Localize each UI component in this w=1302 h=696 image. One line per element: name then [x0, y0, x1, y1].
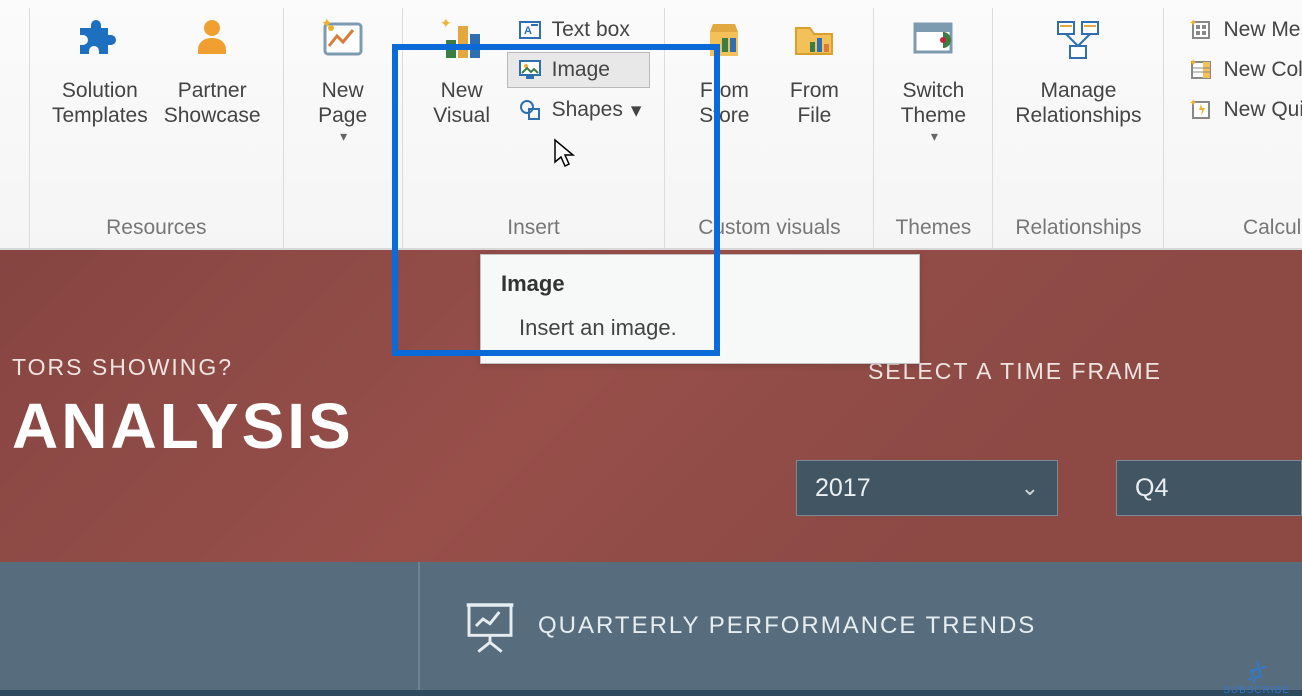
image-icon [516, 56, 544, 84]
svg-text:✦: ✦ [440, 16, 452, 31]
new-quick-button[interactable]: ✦ New Qui [1178, 92, 1302, 128]
from-store-button[interactable]: From Store [679, 8, 769, 132]
group-custom-visuals: From Store From File Custom visuals [665, 8, 874, 248]
presentation-chart-icon [462, 598, 518, 654]
manage-relationships-button[interactable]: Manage Relationships [1007, 8, 1149, 132]
group-label-calculations: Calcula [1178, 210, 1302, 242]
from-file-button[interactable]: From File [769, 8, 859, 132]
chevron-down-icon: ⌄ [1021, 475, 1039, 501]
group-label-insert: Insert [417, 210, 651, 242]
text-box-icon: A [516, 16, 544, 44]
panel-left [0, 562, 418, 690]
svg-text:✦: ✦ [1189, 58, 1197, 69]
new-measure-button[interactable]: ✦ New Me [1178, 12, 1302, 48]
partner-showcase-button[interactable]: Partner Showcase [156, 8, 269, 132]
quarter-dropdown[interactable]: Q4 [1116, 460, 1302, 516]
chevron-down-icon: ▾ [340, 128, 347, 145]
ribbon: Solution Templates Partner Showcase Reso… [0, 0, 1302, 250]
quick-icon: ✦ [1187, 96, 1215, 124]
svg-text:A: A [524, 25, 532, 37]
puzzle-icon [72, 12, 128, 68]
solution-templates-button[interactable]: Solution Templates [44, 8, 156, 132]
dna-icon [1242, 657, 1272, 687]
column-icon: ✦ [1187, 56, 1215, 84]
group-label-themes: Themes [888, 210, 978, 242]
person-icon [184, 12, 240, 68]
panel-quarterly-trends: QUARTERLY PERFORMANCE TRENDS [418, 562, 1302, 690]
group-resources: Solution Templates Partner Showcase Reso… [30, 8, 284, 248]
shapes-icon [516, 96, 544, 124]
svg-text:✦: ✦ [321, 16, 333, 31]
svg-text:✦: ✦ [1189, 98, 1197, 109]
group-relationships: Manage Relationships Relationships [993, 8, 1164, 248]
panel-row: QUARTERLY PERFORMANCE TRENDS [0, 562, 1302, 690]
group-label-resources: Resources [44, 210, 269, 242]
year-dropdown[interactable]: 2017 ⌄ [796, 460, 1058, 516]
group-insert: ✦ New Visual A Text box Image [403, 8, 666, 248]
group-pages: ✦ New Page ▾ [284, 8, 403, 248]
new-column-button[interactable]: ✦ New Col [1178, 52, 1302, 88]
folder-chart-icon [786, 12, 842, 68]
tooltip: Image Insert an image. [480, 254, 920, 364]
tooltip-title: Image [501, 271, 899, 297]
group-label-relationships: Relationships [1007, 210, 1149, 242]
chart-icon: ✦ [434, 12, 490, 68]
group-themes: Switch Theme ▾ Themes [874, 8, 993, 248]
group-label-custom-visuals: Custom visuals [679, 210, 859, 242]
report-title: ANALYSIS [12, 389, 1272, 463]
shapes-button[interactable]: Shapes ▾ [507, 92, 651, 128]
group-partial-left [0, 8, 30, 248]
group-calculations: ✦ New Me ✦ New Col ✦ New Qui C [1164, 8, 1302, 248]
text-box-button[interactable]: A Text box [507, 12, 651, 48]
theme-icon [905, 12, 961, 68]
relationships-icon [1050, 12, 1106, 68]
chevron-down-icon: ▾ [931, 128, 938, 145]
svg-text:✦: ✦ [1189, 18, 1197, 29]
image-button[interactable]: Image [507, 52, 651, 88]
panel-label: QUARTERLY PERFORMANCE TRENDS [538, 612, 1036, 640]
chevron-down-icon: ▾ [631, 98, 642, 123]
measure-icon: ✦ [1187, 16, 1215, 44]
store-icon [696, 12, 752, 68]
new-page-icon: ✦ [315, 12, 371, 68]
tooltip-body: Insert an image. [501, 297, 899, 341]
new-page-button[interactable]: ✦ New Page ▾ [298, 8, 388, 149]
new-visual-button[interactable]: ✦ New Visual [417, 8, 507, 132]
switch-theme-button[interactable]: Switch Theme ▾ [888, 8, 978, 149]
subscribe-watermark: SUBSCRIBE [1223, 661, 1290, 696]
